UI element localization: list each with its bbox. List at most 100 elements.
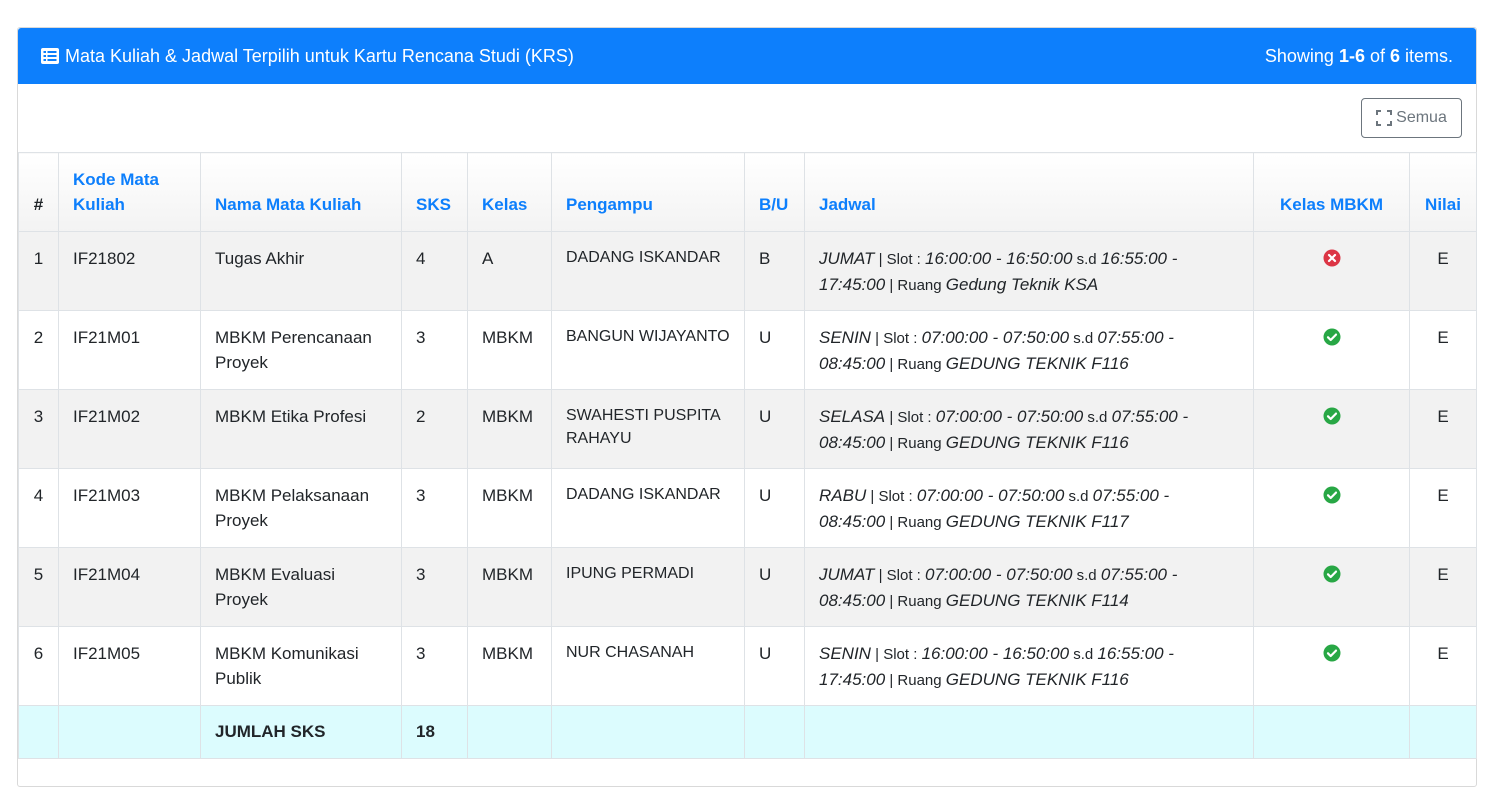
panel-title: Mata Kuliah & Jadwal Terpilih untuk Kart… [65, 45, 574, 66]
footer-empty [58, 705, 201, 759]
times-circle-icon [1323, 249, 1340, 267]
cell-mbkm [1253, 468, 1410, 548]
jadwal-ruang: GEDUNG TEKNIK F116 [945, 670, 1129, 689]
jadwal-ruang-label: | Ruang [885, 277, 946, 294]
table-body: 1 IF21802 Tugas Akhir 4 A DADANG ISKANDAR B JUM… [18, 231, 1477, 706]
show-all-button[interactable]: Semua [1361, 98, 1462, 138]
cell-kelas: MBKM [467, 626, 552, 706]
cell-nilai: E [1409, 626, 1477, 706]
panel-title-wrap: Mata Kuliah & Jadwal Terpilih untuk Kart… [41, 46, 574, 67]
cell-sks: 4 [401, 231, 468, 311]
jadwal-slot-label: | Slot : [874, 251, 925, 268]
cell-kode: IF21802 [58, 231, 201, 311]
cell-bu: U [744, 389, 805, 469]
jadwal-ruang-label: | Ruang [885, 514, 946, 531]
cell-mbkm [1253, 231, 1410, 311]
jadwal-ruang: GEDUNG TEKNIK F114 [945, 591, 1129, 610]
cell-nama: MBKM Perencanaan Proyek [200, 310, 402, 390]
cell-mbkm [1253, 547, 1410, 627]
jadwal-slot-label: | Slot : [874, 567, 925, 584]
cell-no: 6 [18, 626, 59, 706]
cell-sks: 2 [401, 389, 468, 469]
table-row: 6 IF21M05 MBKM Komunikasi Publik 3 MBKM NUR C… [18, 626, 1477, 706]
cell-no: 2 [18, 310, 59, 390]
cell-kode: IF21M01 [58, 310, 201, 390]
krs-panel: Mata Kuliah & Jadwal Terpilih untuk Kart… [17, 27, 1477, 787]
cell-nama: MBKM Evaluasi Proyek [200, 547, 402, 627]
footer-empty [1253, 705, 1410, 759]
jadwal-mulai: 07:00:00 - 07:50:00 [921, 328, 1070, 347]
table-header-row: # Kode Mata Kuliah Nama Mata Kuliah SKS … [18, 152, 1477, 232]
cell-nama: MBKM Komunikasi Publik [200, 626, 402, 706]
jadwal-mulai: 07:00:00 - 07:50:00 [925, 565, 1073, 584]
table-row: 5 IF21M04 MBKM Evaluasi Proyek 3 MBKM IPUNG P… [18, 547, 1477, 627]
cell-jadwal: RABU | Slot : 07:00:00 - 07:50:00 s.d 07… [804, 468, 1254, 548]
footer-total-sks: 18 [401, 705, 468, 759]
table-row: 4 IF21M03 MBKM Pelaksanaan Proyek 3 MBKM DADA… [18, 468, 1477, 548]
cell-jadwal: JUMAT | Slot : 16:00:00 - 16:50:00 s.d 1… [804, 231, 1254, 311]
col-header-kode[interactable]: Kode Mata Kuliah [58, 152, 201, 232]
cell-kelas: A [467, 231, 552, 311]
check-circle-icon [1323, 486, 1340, 504]
col-header-mbkm[interactable]: Kelas MBKM [1253, 152, 1410, 232]
cell-jadwal: SENIN | Slot : 16:00:00 - 16:50:00 s.d 1… [804, 626, 1254, 706]
col-header-no: # [18, 152, 59, 232]
jadwal-ruang-label: | Ruang [885, 356, 946, 373]
col-header-sks[interactable]: SKS [401, 152, 468, 232]
summary-suffix: items. [1399, 45, 1453, 66]
jadwal-hari: JUMAT [819, 249, 875, 268]
cell-kode: IF21M02 [58, 389, 201, 469]
jadwal-ruang: GEDUNG TEKNIK F117 [945, 512, 1129, 531]
footer-label: JUMLAH SKS [200, 705, 402, 759]
jadwal-slot-label: | Slot : [866, 488, 917, 505]
jadwal-hari: RABU [819, 486, 867, 505]
cell-kelas: MBKM [467, 389, 552, 469]
col-header-nama[interactable]: Nama Mata Kuliah [200, 152, 402, 232]
cell-bu: U [744, 310, 805, 390]
jadwal-mulai: 16:00:00 - 16:50:00 [925, 249, 1073, 268]
jadwal-mulai: 16:00:00 - 16:50:00 [921, 644, 1070, 663]
cell-sks: 3 [401, 310, 468, 390]
jadwal-sd-label: s.d [1064, 488, 1093, 505]
col-header-pengampu[interactable]: Pengampu [551, 152, 745, 232]
check-circle-icon [1323, 644, 1340, 662]
cell-kode: IF21M05 [58, 626, 201, 706]
jadwal-slot-label: | Slot : [885, 409, 936, 426]
show-all-label: Semua [1396, 109, 1447, 126]
cell-bu: U [744, 547, 805, 627]
cell-no: 4 [18, 468, 59, 548]
cell-mbkm [1253, 310, 1410, 390]
jadwal-hari: SENIN [819, 328, 871, 347]
cell-kode: IF21M03 [58, 468, 201, 548]
cell-sks: 3 [401, 626, 468, 706]
cell-bu: U [744, 626, 805, 706]
footer-empty [18, 705, 59, 759]
summary-mid: of [1364, 45, 1390, 66]
summary-prefix: Showing [1264, 45, 1339, 66]
jadwal-sd-label: s.d [1069, 330, 1098, 347]
cell-pengampu: DADANG ISKANDAR [551, 231, 745, 311]
col-header-kelas[interactable]: Kelas [467, 152, 552, 232]
cell-nama: Tugas Akhir [200, 231, 402, 311]
check-circle-icon [1323, 328, 1340, 346]
cell-nilai: E [1409, 389, 1477, 469]
cell-jadwal: SELASA | Slot : 07:00:00 - 07:50:00 s.d … [804, 389, 1254, 469]
jadwal-sd-label: s.d [1072, 251, 1101, 268]
col-header-nilai[interactable]: Nilai [1409, 152, 1477, 232]
footer-empty [467, 705, 552, 759]
jadwal-ruang: Gedung Teknik KSA [945, 275, 1099, 294]
footer-empty [804, 705, 1254, 759]
cell-no: 5 [18, 547, 59, 627]
col-header-bu[interactable]: B/U [744, 152, 805, 232]
cell-bu: U [744, 468, 805, 548]
summary-total: 6 [1389, 45, 1400, 66]
cell-pengampu: DADANG ISKANDAR [551, 468, 745, 548]
jadwal-mulai: 07:00:00 - 07:50:00 [935, 407, 1084, 426]
cell-bu: B [744, 231, 805, 311]
table-row: 2 IF21M01 MBKM Perencanaan Proyek 3 MBKM BANG… [18, 310, 1477, 390]
footer-empty [1409, 705, 1477, 759]
jadwal-slot-label: | Slot : [870, 646, 922, 663]
summary-range: 1-6 [1338, 45, 1365, 66]
col-header-jadwal[interactable]: Jadwal [804, 152, 1254, 232]
jadwal-hari: JUMAT [819, 565, 875, 584]
